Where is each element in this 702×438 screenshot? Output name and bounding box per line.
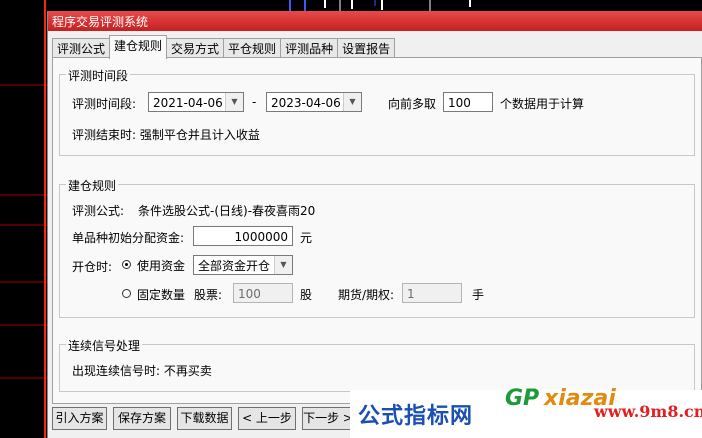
use-funds-radio[interactable] [122, 260, 131, 269]
forward-count-value: 100 [448, 96, 471, 110]
chevron-down-icon[interactable]: ▼ [343, 93, 361, 111]
group-title: 连续信号处理 [66, 337, 143, 354]
watermark-url: www.9m8.cn [594, 402, 702, 421]
capital-label: 单品种初始分配资金: [72, 231, 185, 245]
futures-qty-input[interactable]: 1 [402, 283, 462, 303]
tab-panel: 评测时间段 评测时间段: 2021-04-06 ▼ - 2023-04-06 ▼… [52, 57, 702, 404]
stock-qty-input[interactable]: 100 [233, 283, 293, 303]
stock-label: 股票: [194, 288, 223, 302]
save-scheme-button[interactable]: 保存方案 [113, 407, 171, 430]
stock-unit: 股 [300, 288, 313, 302]
tab-formula[interactable]: 评测公式 [52, 38, 111, 59]
formula-value: 条件选股公式-(日线)-春夜喜雨20 [138, 204, 316, 218]
chevron-down-icon[interactable]: ▼ [274, 256, 292, 274]
forward-unit: 个数据用于计算 [500, 97, 585, 111]
fixed-qty-label: 固定数量 [137, 288, 186, 302]
tab-open-rules[interactable]: 建仓规则 [109, 35, 168, 59]
end-behavior-text: 评测结束时: 强制平仓并且计入收益 [72, 128, 260, 142]
forward-label: 向前多取 [388, 97, 437, 111]
formula-label: 评测公式: [72, 204, 125, 218]
end-date-value: 2023-04-06 [271, 96, 341, 110]
chevron-down-icon[interactable]: ▼ [225, 93, 243, 111]
use-funds-combo[interactable]: 全部资金开仓 ▼ [193, 255, 293, 275]
use-funds-option: 全部资金开仓 [198, 259, 271, 273]
fixed-qty-radio[interactable] [122, 289, 131, 298]
import-scheme-button[interactable]: 引入方案 [52, 407, 107, 430]
use-funds-label: 使用资金 [137, 259, 186, 273]
capital-value: 1000000 [234, 230, 288, 244]
futures-label: 期货/期权: [338, 288, 395, 302]
window-title: 程序交易评测系统 [52, 14, 149, 29]
tab-bar: 评测公式 建仓规则 交易方式 平仓规则 评测品种 设置报告 [52, 35, 396, 59]
group-title: 建仓规则 [66, 177, 119, 194]
futures-unit: 手 [472, 288, 485, 302]
date-separator: - [252, 95, 257, 109]
stock-qty-value: 100 [238, 287, 261, 301]
watermark-banner: 公式指标网 GP xiazai www.9m8.cn [350, 386, 702, 438]
watermark-text: 公式指标网 [358, 404, 474, 429]
start-date-value: 2021-04-06 [153, 96, 223, 110]
tab-report[interactable]: 设置报告 [337, 38, 396, 59]
capital-input[interactable]: 1000000 [193, 226, 293, 246]
forward-count-input[interactable]: 100 [443, 92, 493, 112]
continuous-signal-group: 连续信号处理 出现连续信号时: 不再买卖 [59, 337, 695, 392]
group-title: 评测时间段 [66, 67, 131, 84]
title-bar[interactable]: 程序交易评测系统 [48, 11, 702, 31]
continuous-signal-text: 出现连续信号时: 不再买卖 [72, 364, 212, 378]
period-label: 评测时间段: [72, 97, 137, 111]
futures-qty-value: 1 [407, 287, 415, 301]
start-date-combo[interactable]: 2021-04-06 ▼ [148, 92, 244, 112]
next-step-button[interactable]: 下一步 > [302, 407, 354, 430]
open-rules-group: 建仓规则 评测公式: 条件选股公式-(日线)-春夜喜雨20 单品种初始分配资金:… [59, 177, 695, 318]
evaluation-dialog: 程序交易评测系统 评测公式 建仓规则 交易方式 平仓规则 评测品种 设置报告 评… [47, 11, 702, 438]
prev-step-button[interactable]: < 上一步 [238, 407, 296, 430]
eval-period-group: 评测时间段 评测时间段: 2021-04-06 ▼ - 2023-04-06 ▼… [59, 67, 695, 156]
tab-close-rules[interactable]: 平仓规则 [223, 38, 282, 59]
tab-trade-mode[interactable]: 交易方式 [166, 38, 225, 59]
tab-instruments[interactable]: 评测品种 [280, 38, 339, 59]
download-data-button[interactable]: 下载数据 [177, 407, 232, 430]
capital-unit: 元 [300, 231, 313, 245]
open-label: 开仓时: [72, 260, 113, 274]
end-date-combo[interactable]: 2023-04-06 ▼ [266, 92, 362, 112]
watermark-logo: GP [505, 386, 540, 411]
